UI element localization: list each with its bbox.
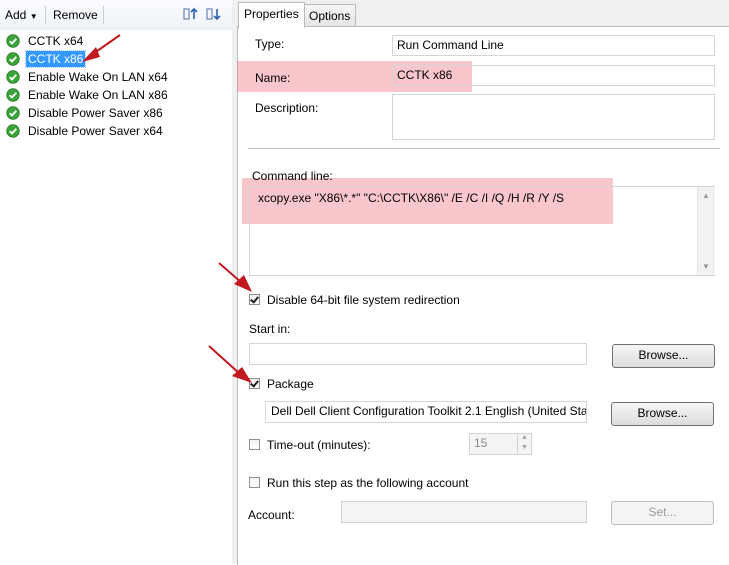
red-arrow-icon: [208, 345, 252, 383]
command-line-label: Command line:: [252, 169, 333, 183]
command-line-scrollbar[interactable]: ▲ ▼: [697, 187, 715, 275]
chevron-down-icon: ▼: [29, 12, 38, 21]
step-item-label: CCTK x86: [24, 50, 87, 68]
disable-redirection-label: Disable 64-bit file system redirection: [267, 293, 460, 307]
add-button[interactable]: Add ▼: [5, 8, 38, 24]
browse-package-button[interactable]: Browse...: [611, 402, 714, 426]
step-item-label: Disable Power Saver x86: [28, 106, 163, 120]
success-check-icon: [6, 106, 20, 120]
package-field: Dell Dell Client Configuration Toolkit 2…: [265, 401, 587, 423]
command-line-text: xcopy.exe "X86\*.*" "C:\CCTK\X86\" /E /C…: [258, 191, 565, 205]
remove-button[interactable]: Remove: [53, 8, 98, 22]
success-check-icon: [6, 52, 20, 66]
add-button-label: Add: [5, 8, 27, 22]
success-check-icon: [6, 124, 20, 138]
timeout-label: Time-out (minutes):: [267, 438, 371, 452]
tab-properties[interactable]: Properties: [238, 2, 305, 28]
command-line-field[interactable]: xcopy.exe "X86\*.*" "C:\CCTK\X86\" /E /C…: [249, 186, 715, 276]
toolbar-separator: [45, 6, 46, 24]
spin-up-icon[interactable]: ▲: [521, 434, 528, 441]
red-arrow-icon: [218, 262, 252, 292]
step-item-label: Disable Power Saver x64: [28, 124, 163, 138]
success-check-icon: [6, 34, 20, 48]
name-field[interactable]: CCTK x86: [392, 65, 715, 86]
timeout-spinner[interactable]: ▲ ▼: [517, 434, 532, 454]
spin-down-icon[interactable]: ▼: [521, 444, 528, 451]
toolbar-separator: [103, 6, 104, 24]
set-button[interactable]: Set...: [611, 501, 714, 525]
start-in-field[interactable]: [249, 343, 587, 365]
package-label: Package: [267, 377, 314, 391]
description-field[interactable]: [392, 94, 715, 140]
move-up-icon[interactable]: [183, 6, 199, 22]
section-divider: [248, 148, 720, 149]
move-down-icon[interactable]: [206, 6, 222, 22]
success-check-icon: [6, 88, 20, 102]
timeout-checkbox[interactable]: [249, 439, 260, 450]
name-label: Name:: [255, 71, 291, 85]
run-as-label: Run this step as the following account: [267, 476, 469, 490]
step-item-label: CCTK x64: [28, 34, 84, 48]
tab-options[interactable]: Options: [303, 4, 357, 27]
step-item-label: Enable Wake On LAN x64: [28, 70, 168, 84]
run-as-checkbox[interactable]: [249, 477, 260, 488]
browse-start-in-button[interactable]: Browse...: [612, 344, 715, 368]
account-label: Account:: [248, 508, 295, 522]
red-arrow-icon: [82, 34, 121, 62]
step-item-label: Enable Wake On LAN x86: [28, 88, 168, 102]
account-field[interactable]: [341, 501, 587, 523]
start-in-label: Start in:: [249, 322, 291, 336]
type-label: Type:: [255, 37, 285, 51]
step-toolbar: Add ▼ Remove: [0, 0, 232, 31]
scroll-down-icon[interactable]: ▼: [702, 262, 710, 271]
success-check-icon: [6, 70, 20, 84]
type-field: Run Command Line: [392, 35, 715, 56]
scroll-up-icon[interactable]: ▲: [702, 191, 710, 200]
description-label: Description:: [255, 101, 319, 115]
